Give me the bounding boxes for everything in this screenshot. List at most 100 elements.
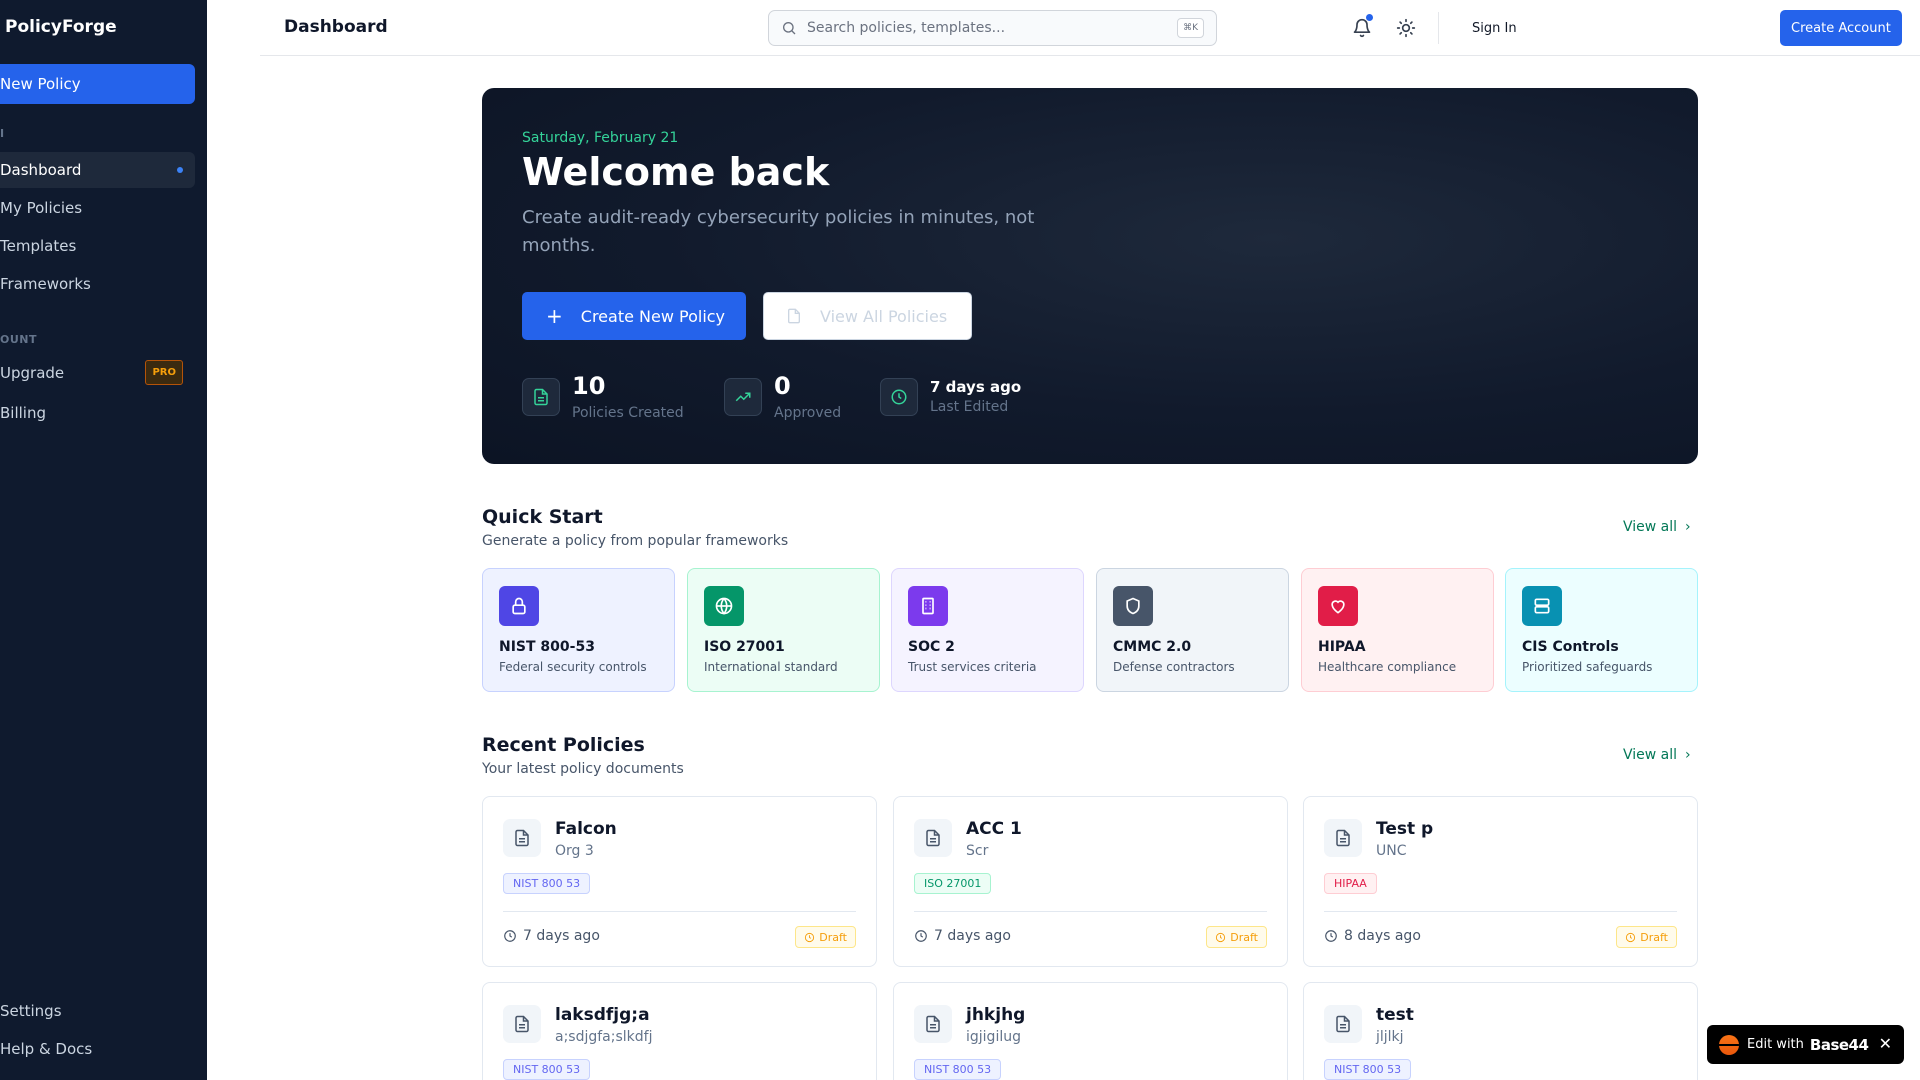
lock-icon (499, 586, 539, 626)
base44-logo-icon (1719, 1034, 1739, 1055)
active-dot-icon (177, 167, 183, 173)
clock-icon (1325, 930, 1337, 942)
sidebar-item-label: Settings (0, 1002, 62, 1020)
sidebar-item-label: Frameworks (0, 275, 91, 293)
policy-org: Org 3 (555, 843, 594, 859)
edit-with-label: Edit with (1747, 1037, 1804, 1052)
clock-icon (504, 930, 516, 942)
view-all-label: View all (1623, 519, 1678, 535)
notification-dot-icon (1366, 14, 1373, 21)
stat-last-edited-value: 7 days ago (930, 378, 1022, 396)
sidebar-item-upgrade[interactable]: Upgrade PRO (0, 355, 195, 391)
framework-card-nist[interactable]: NIST 800-53 Federal security controls (482, 568, 675, 692)
framework-card-iso[interactable]: ISO 27001 International standard (687, 568, 880, 692)
shield-icon (1113, 586, 1153, 626)
policy-title: test (1376, 1005, 1414, 1025)
framework-card-soc2[interactable]: SOC 2 Trust services criteria (891, 568, 1084, 692)
sidebar-item-settings[interactable]: Settings (0, 993, 195, 1029)
recent-policies-subtitle: Your latest policy documents (482, 761, 684, 777)
policy-card[interactable]: jhkjhg igjigilug NIST 800 53 (893, 982, 1288, 1080)
sidebar-item-label: My Policies (0, 199, 83, 217)
policy-org: UNC (1376, 843, 1407, 859)
button-label: View All Policies (820, 306, 948, 326)
hero-subtitle: Create audit-ready cybersecurity policie… (522, 207, 1035, 256)
button-label: Create New Policy (580, 306, 726, 326)
sun-icon[interactable] (1396, 18, 1416, 38)
search-bar[interactable]: ⌘K (768, 10, 1217, 46)
framework-desc: Healthcare compliance (1318, 660, 1457, 674)
plus-icon: + (546, 304, 563, 328)
sidebar-item-templates[interactable]: Templates (0, 228, 195, 264)
policy-title: laksdfjg;a (555, 1005, 650, 1025)
building-icon (908, 586, 948, 626)
framework-tag: ISO 27001 (914, 873, 992, 894)
policy-title: ACC 1 (966, 819, 1022, 839)
sidebar-item-label: Dashboard (0, 161, 82, 179)
sign-in-button[interactable]: Sign In (1460, 10, 1529, 46)
policy-title: Test p (1376, 819, 1434, 839)
document-icon (1324, 819, 1362, 857)
framework-name: ISO 27001 (704, 639, 785, 655)
heart-icon (1318, 586, 1358, 626)
clock-icon (1626, 932, 1636, 942)
quick-start-view-all-link[interactable]: View all › (1623, 519, 1691, 535)
framework-card-hipaa[interactable]: HIPAA Healthcare compliance (1301, 568, 1494, 692)
recent-policies-view-all-link[interactable]: View all › (1623, 747, 1691, 763)
search-input[interactable] (807, 20, 1167, 36)
view-all-policies-button[interactable]: View All Policies (763, 292, 972, 340)
sidebar-item-help[interactable]: Help & Docs (0, 1031, 195, 1067)
policy-title: Falcon (555, 819, 617, 839)
clock-icon (805, 932, 815, 942)
framework-card-cmmc[interactable]: CMMC 2.0 Defense contractors (1096, 568, 1289, 692)
stat-approved-value: 0 (774, 372, 791, 400)
framework-tag: NIST 800 53 (503, 1059, 591, 1080)
status-label: Draft (1230, 930, 1258, 944)
policy-card[interactable]: Test p UNC HIPAA 8 days ago Draft (1303, 796, 1698, 967)
policy-title: jhkjhg (966, 1005, 1026, 1025)
globe-icon (704, 586, 744, 626)
new-policy-button[interactable]: New Policy (0, 64, 195, 104)
nav-section-label: I (0, 127, 5, 140)
document-icon (503, 819, 541, 857)
search-icon (783, 22, 796, 35)
policy-card[interactable]: laksdfjg;a a;sdjgfa;slkdfj NIST 800 53 (482, 982, 877, 1080)
create-new-policy-button[interactable]: + Create New Policy (522, 292, 746, 340)
clock-icon (880, 378, 918, 416)
framework-card-cis[interactable]: CIS Controls Prioritized safeguards (1505, 568, 1698, 692)
policy-org: a;sdjgfa;slkdfj (555, 1029, 653, 1045)
clock-icon (915, 930, 927, 942)
status-badge: Draft (795, 926, 856, 948)
view-all-label: View all (1623, 747, 1678, 763)
sidebar-item-billing[interactable]: Billing (0, 395, 195, 431)
server-icon (1522, 586, 1562, 626)
sidebar-item-dashboard[interactable]: Dashboard (0, 152, 195, 188)
pro-badge: PRO (145, 360, 183, 385)
document-icon (1324, 1005, 1362, 1043)
sidebar-item-frameworks[interactable]: Frameworks (0, 266, 195, 302)
bell-icon[interactable] (1352, 18, 1372, 38)
stat-approved-label: Approved (774, 405, 842, 421)
close-icon[interactable]: ✕ (1879, 1034, 1892, 1053)
framework-desc: Defense contractors (1113, 660, 1235, 674)
sidebar-item-my-policies[interactable]: My Policies (0, 190, 195, 226)
hero-date: Saturday, February 21 (522, 130, 679, 146)
sidebar-item-label: Help & Docs (0, 1040, 93, 1058)
policy-time-label: 7 days ago (523, 928, 600, 944)
card-divider (1324, 911, 1677, 912)
policy-card[interactable]: Falcon Org 3 NIST 800 53 7 days ago Draf… (482, 796, 877, 967)
framework-tag: HIPAA (1324, 873, 1377, 894)
policy-card[interactable]: ACC 1 Scr ISO 27001 7 days ago Draft (893, 796, 1288, 967)
document-icon (788, 308, 800, 324)
framework-name: CMMC 2.0 (1113, 639, 1192, 655)
clock-icon (1216, 932, 1226, 942)
document-icon (503, 1005, 541, 1043)
create-account-button[interactable]: Create Account (1780, 10, 1902, 46)
document-stat-icon (522, 378, 560, 416)
policy-time: 7 days ago (914, 928, 1011, 944)
policy-card[interactable]: test jljlkj NIST 800 53 (1303, 982, 1698, 1080)
card-divider (503, 911, 856, 912)
framework-desc: Prioritized safeguards (1522, 660, 1653, 674)
edit-with-base44-badge[interactable]: Edit with Base44 ✕ (1707, 1025, 1904, 1064)
document-icon (914, 1005, 952, 1043)
brand-logo[interactable]: PolicyForge (5, 17, 117, 37)
